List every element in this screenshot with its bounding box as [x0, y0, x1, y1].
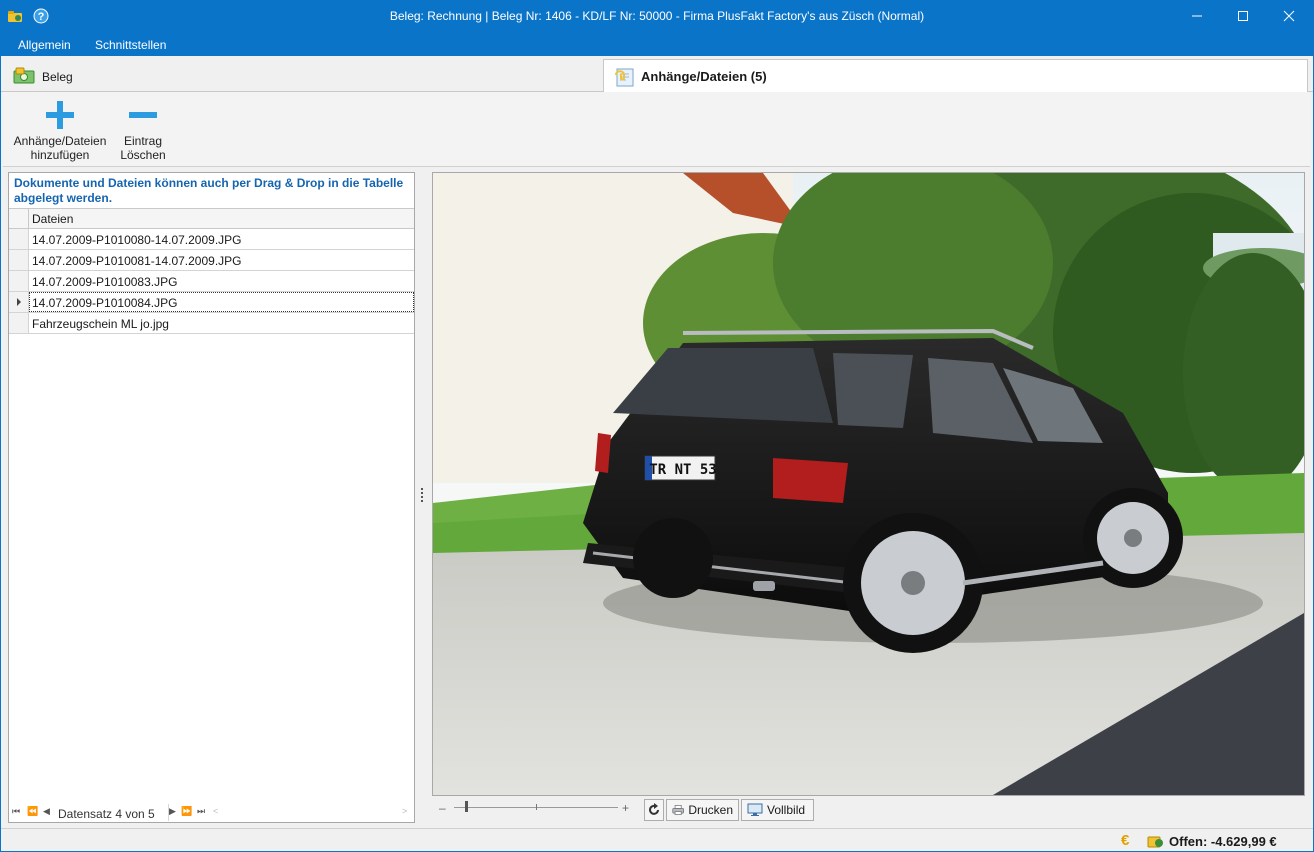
tab-anhaenge[interactable]: Anhänge/Dateien (5) — [603, 59, 1308, 93]
maximize-button[interactable] — [1220, 0, 1266, 32]
delete-entry-label: Eintrag Löschen — [120, 134, 166, 162]
printer-icon — [672, 804, 684, 816]
add-attachment-button[interactable]: Anhänge/Dateien hinzufügen — [11, 96, 109, 162]
rotate-button[interactable] — [644, 799, 664, 821]
image-preview[interactable]: TR NT 53 — [432, 172, 1305, 796]
menu-schnittstellen[interactable]: Schnittstellen — [95, 38, 166, 52]
record-navigator: ⏮ ⏪ ◀ Datensatz 4 von 5 ▶ ⏩ ⏭ < > — [9, 804, 414, 822]
status-bar: € Offen: -4.629,99 € — [1, 828, 1313, 851]
first-record-icon[interactable]: ⏮ — [12, 806, 20, 817]
license-plate-text: TR NT 53 — [649, 462, 716, 478]
files-panel: Dokumente und Dateien können auch per Dr… — [8, 172, 415, 823]
table-header: Dateien — [9, 208, 414, 229]
maximize-icon — [1238, 11, 1248, 21]
table-row[interactable]: 14.07.2009-P1010083.JPG — [9, 271, 414, 292]
last-record-icon[interactable]: ⏭ — [197, 806, 205, 817]
print-button[interactable]: Drucken — [666, 799, 739, 821]
zoom-slider-tick — [536, 804, 537, 810]
zoom-slider-thumb[interactable] — [465, 801, 468, 812]
file-name-cell[interactable]: 14.07.2009-P1010084.JPG — [32, 296, 177, 310]
tab-beleg[interactable]: Beleg — [13, 62, 73, 92]
scroll-left-icon[interactable]: < — [213, 806, 218, 816]
car-photo: TR NT 53 — [433, 173, 1304, 795]
add-attachment-label: Anhänge/Dateien hinzufügen — [13, 134, 107, 162]
menu-bar: Allgemein Schnittstellen — [0, 32, 1314, 56]
close-icon — [1283, 10, 1295, 22]
open-amount: Offen: -4.629,99 € — [1169, 834, 1277, 849]
tab-anhaenge-label: Anhänge/Dateien (5) — [641, 69, 767, 84]
money-icon — [13, 67, 35, 84]
scroll-right-icon[interactable]: > — [402, 806, 407, 816]
table-row[interactable]: 14.07.2009-P1010081-14.07.2009.JPG — [9, 250, 414, 271]
file-name-cell[interactable]: 14.07.2009-P1010081-14.07.2009.JPG — [32, 254, 242, 268]
row-indicator — [9, 250, 29, 270]
file-name-cell[interactable]: 14.07.2009-P1010080-14.07.2009.JPG — [32, 233, 242, 247]
horizontal-scrollbar[interactable]: ▶ ⏩ ⏭ < > — [168, 804, 413, 821]
drag-drop-hint: Dokumente und Dateien können auch per Dr… — [14, 176, 404, 205]
next-page-icon[interactable]: ⏩ — [181, 806, 192, 817]
viewer-toolbar: – + Drucken Vollbild — [432, 798, 1305, 822]
record-counter: Datensatz 4 von 5 — [58, 807, 155, 821]
fullscreen-label: Vollbild — [767, 803, 806, 817]
row-indicator — [9, 229, 29, 249]
rotate-icon — [649, 803, 659, 815]
row-indicator — [9, 292, 29, 312]
zoom-out-button[interactable]: – — [439, 801, 446, 815]
window-border-left — [0, 56, 1, 852]
fullscreen-button[interactable]: Vollbild — [741, 799, 814, 821]
table-row-selected[interactable]: 14.07.2009-P1010084.JPG — [9, 292, 414, 313]
table-row[interactable]: Fahrzeugschein ML jo.jpg — [9, 313, 414, 334]
column-header-dateien[interactable]: Dateien — [32, 212, 73, 226]
panel-splitter[interactable] — [420, 488, 424, 504]
file-name-cell[interactable]: Fahrzeugschein ML jo.jpg — [32, 317, 169, 331]
menu-allgemein[interactable]: Allgemein — [18, 38, 71, 52]
title-bar: ? Beleg: Rechnung | Beleg Nr: 1406 - KD/… — [0, 0, 1314, 32]
next-record-icon[interactable]: ▶ — [169, 806, 176, 817]
money-bag-icon — [1147, 836, 1163, 848]
minimize-button[interactable] — [1174, 0, 1220, 32]
delete-entry-button[interactable]: Eintrag Löschen — [113, 96, 173, 162]
tab-strip: Beleg Anhänge/Dateien (5) — [1, 56, 1313, 93]
plus-icon — [46, 101, 74, 129]
current-row-arrow-icon — [16, 298, 21, 306]
toolbar: Anhänge/Dateien hinzufügen Eintrag Lösch… — [3, 92, 1310, 167]
file-name-cell[interactable]: 14.07.2009-P1010083.JPG — [32, 275, 177, 289]
print-label: Drucken — [688, 803, 733, 817]
prev-record-icon[interactable]: ◀ — [43, 806, 50, 817]
minus-icon — [129, 112, 157, 118]
close-button[interactable] — [1266, 0, 1312, 32]
prev-page-icon[interactable]: ⏪ — [27, 806, 38, 817]
row-indicator — [9, 313, 29, 333]
tab-beleg-label: Beleg — [42, 70, 73, 84]
monitor-icon — [747, 803, 763, 816]
table-row[interactable]: 14.07.2009-P1010080-14.07.2009.JPG — [9, 229, 414, 250]
window-title: Beleg: Rechnung | Beleg Nr: 1406 - KD/LF… — [389, 9, 925, 23]
minimize-icon — [1192, 15, 1202, 17]
row-indicator — [9, 271, 29, 291]
row-indicator-header — [9, 209, 29, 229]
euro-icon: € — [1121, 832, 1130, 849]
zoom-in-button[interactable]: + — [622, 801, 629, 815]
attachment-icon — [615, 68, 634, 86]
